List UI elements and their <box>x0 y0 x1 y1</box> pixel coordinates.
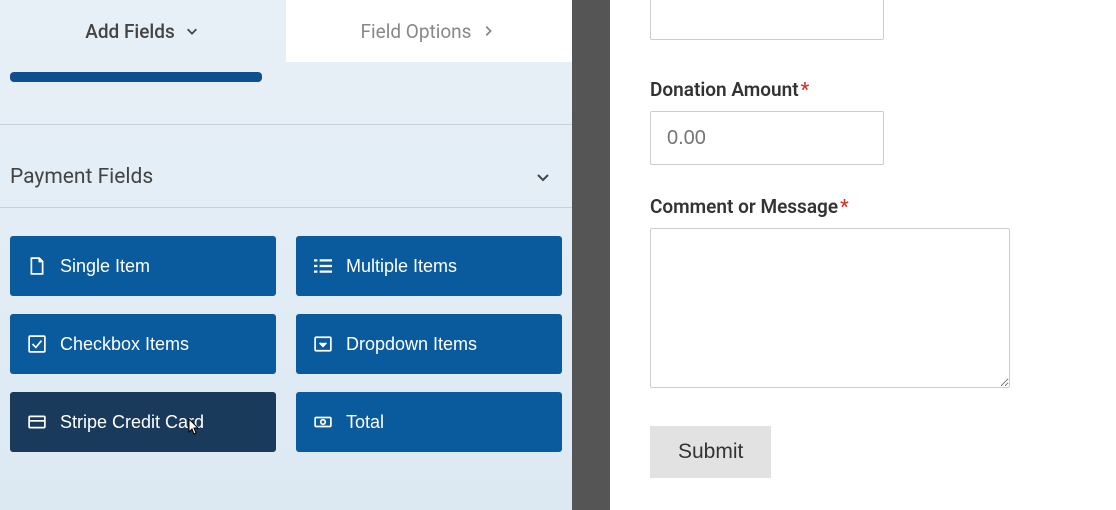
check-icon <box>28 335 46 353</box>
form-preview: Donation Amount* Comment or Message* Sub… <box>610 0 1116 510</box>
section-header-payment[interactable]: Payment Fields <box>0 124 572 208</box>
field-label: Checkbox Items <box>60 334 189 355</box>
comment-field: Comment or Message* <box>650 195 1076 392</box>
fields-sidebar: Add Fields Field Options Payment Fields … <box>0 0 572 510</box>
field-label: Total <box>346 412 384 433</box>
submit-button[interactable]: Submit <box>650 426 771 478</box>
tab-label: Add Fields <box>85 20 175 43</box>
field-label: Single Item <box>60 256 150 277</box>
tabs: Add Fields Field Options <box>0 0 572 62</box>
donation-field: Donation Amount* <box>650 78 1076 165</box>
chevron-right-icon <box>479 22 497 40</box>
tab-add-fields[interactable]: Add Fields <box>0 0 286 62</box>
label-text: Donation Amount <box>650 78 799 101</box>
dropdown-icon <box>314 335 332 353</box>
field-preview-strip <box>10 72 262 82</box>
comment-textarea[interactable] <box>650 228 1010 388</box>
field-single-item[interactable]: Single Item <box>10 236 276 296</box>
comment-label: Comment or Message* <box>650 195 1076 218</box>
money-icon <box>314 413 332 431</box>
label-text: Comment or Message <box>650 195 838 218</box>
field-checkbox-items[interactable]: Checkbox Items <box>10 314 276 374</box>
field-label: Stripe Credit Card <box>60 412 204 433</box>
chevron-down-icon <box>534 168 552 186</box>
section-title: Payment Fields <box>10 165 153 189</box>
required-indicator: * <box>801 78 810 101</box>
field-multiple-items[interactable]: Multiple Items <box>296 236 562 296</box>
field-dropdown-items[interactable]: Dropdown Items <box>296 314 562 374</box>
donation-label: Donation Amount* <box>650 78 1076 101</box>
text-input-prev[interactable] <box>650 0 884 40</box>
donation-input[interactable] <box>650 111 884 165</box>
required-indicator: * <box>840 195 849 218</box>
tab-field-options[interactable]: Field Options <box>286 0 572 62</box>
field-label: Multiple Items <box>346 256 457 277</box>
field-label: Dropdown Items <box>346 334 477 355</box>
file-icon <box>28 257 46 275</box>
list-icon <box>314 257 332 275</box>
card-icon <box>28 413 46 431</box>
tab-label: Field Options <box>361 20 472 43</box>
panel-divider <box>572 0 610 510</box>
payment-fields-grid: Single Item Multiple Items Checkbox Item… <box>0 208 572 452</box>
field-total[interactable]: Total <box>296 392 562 452</box>
field-stripe-credit-card[interactable]: Stripe Credit Card <box>10 392 276 452</box>
chevron-down-icon <box>183 22 201 40</box>
